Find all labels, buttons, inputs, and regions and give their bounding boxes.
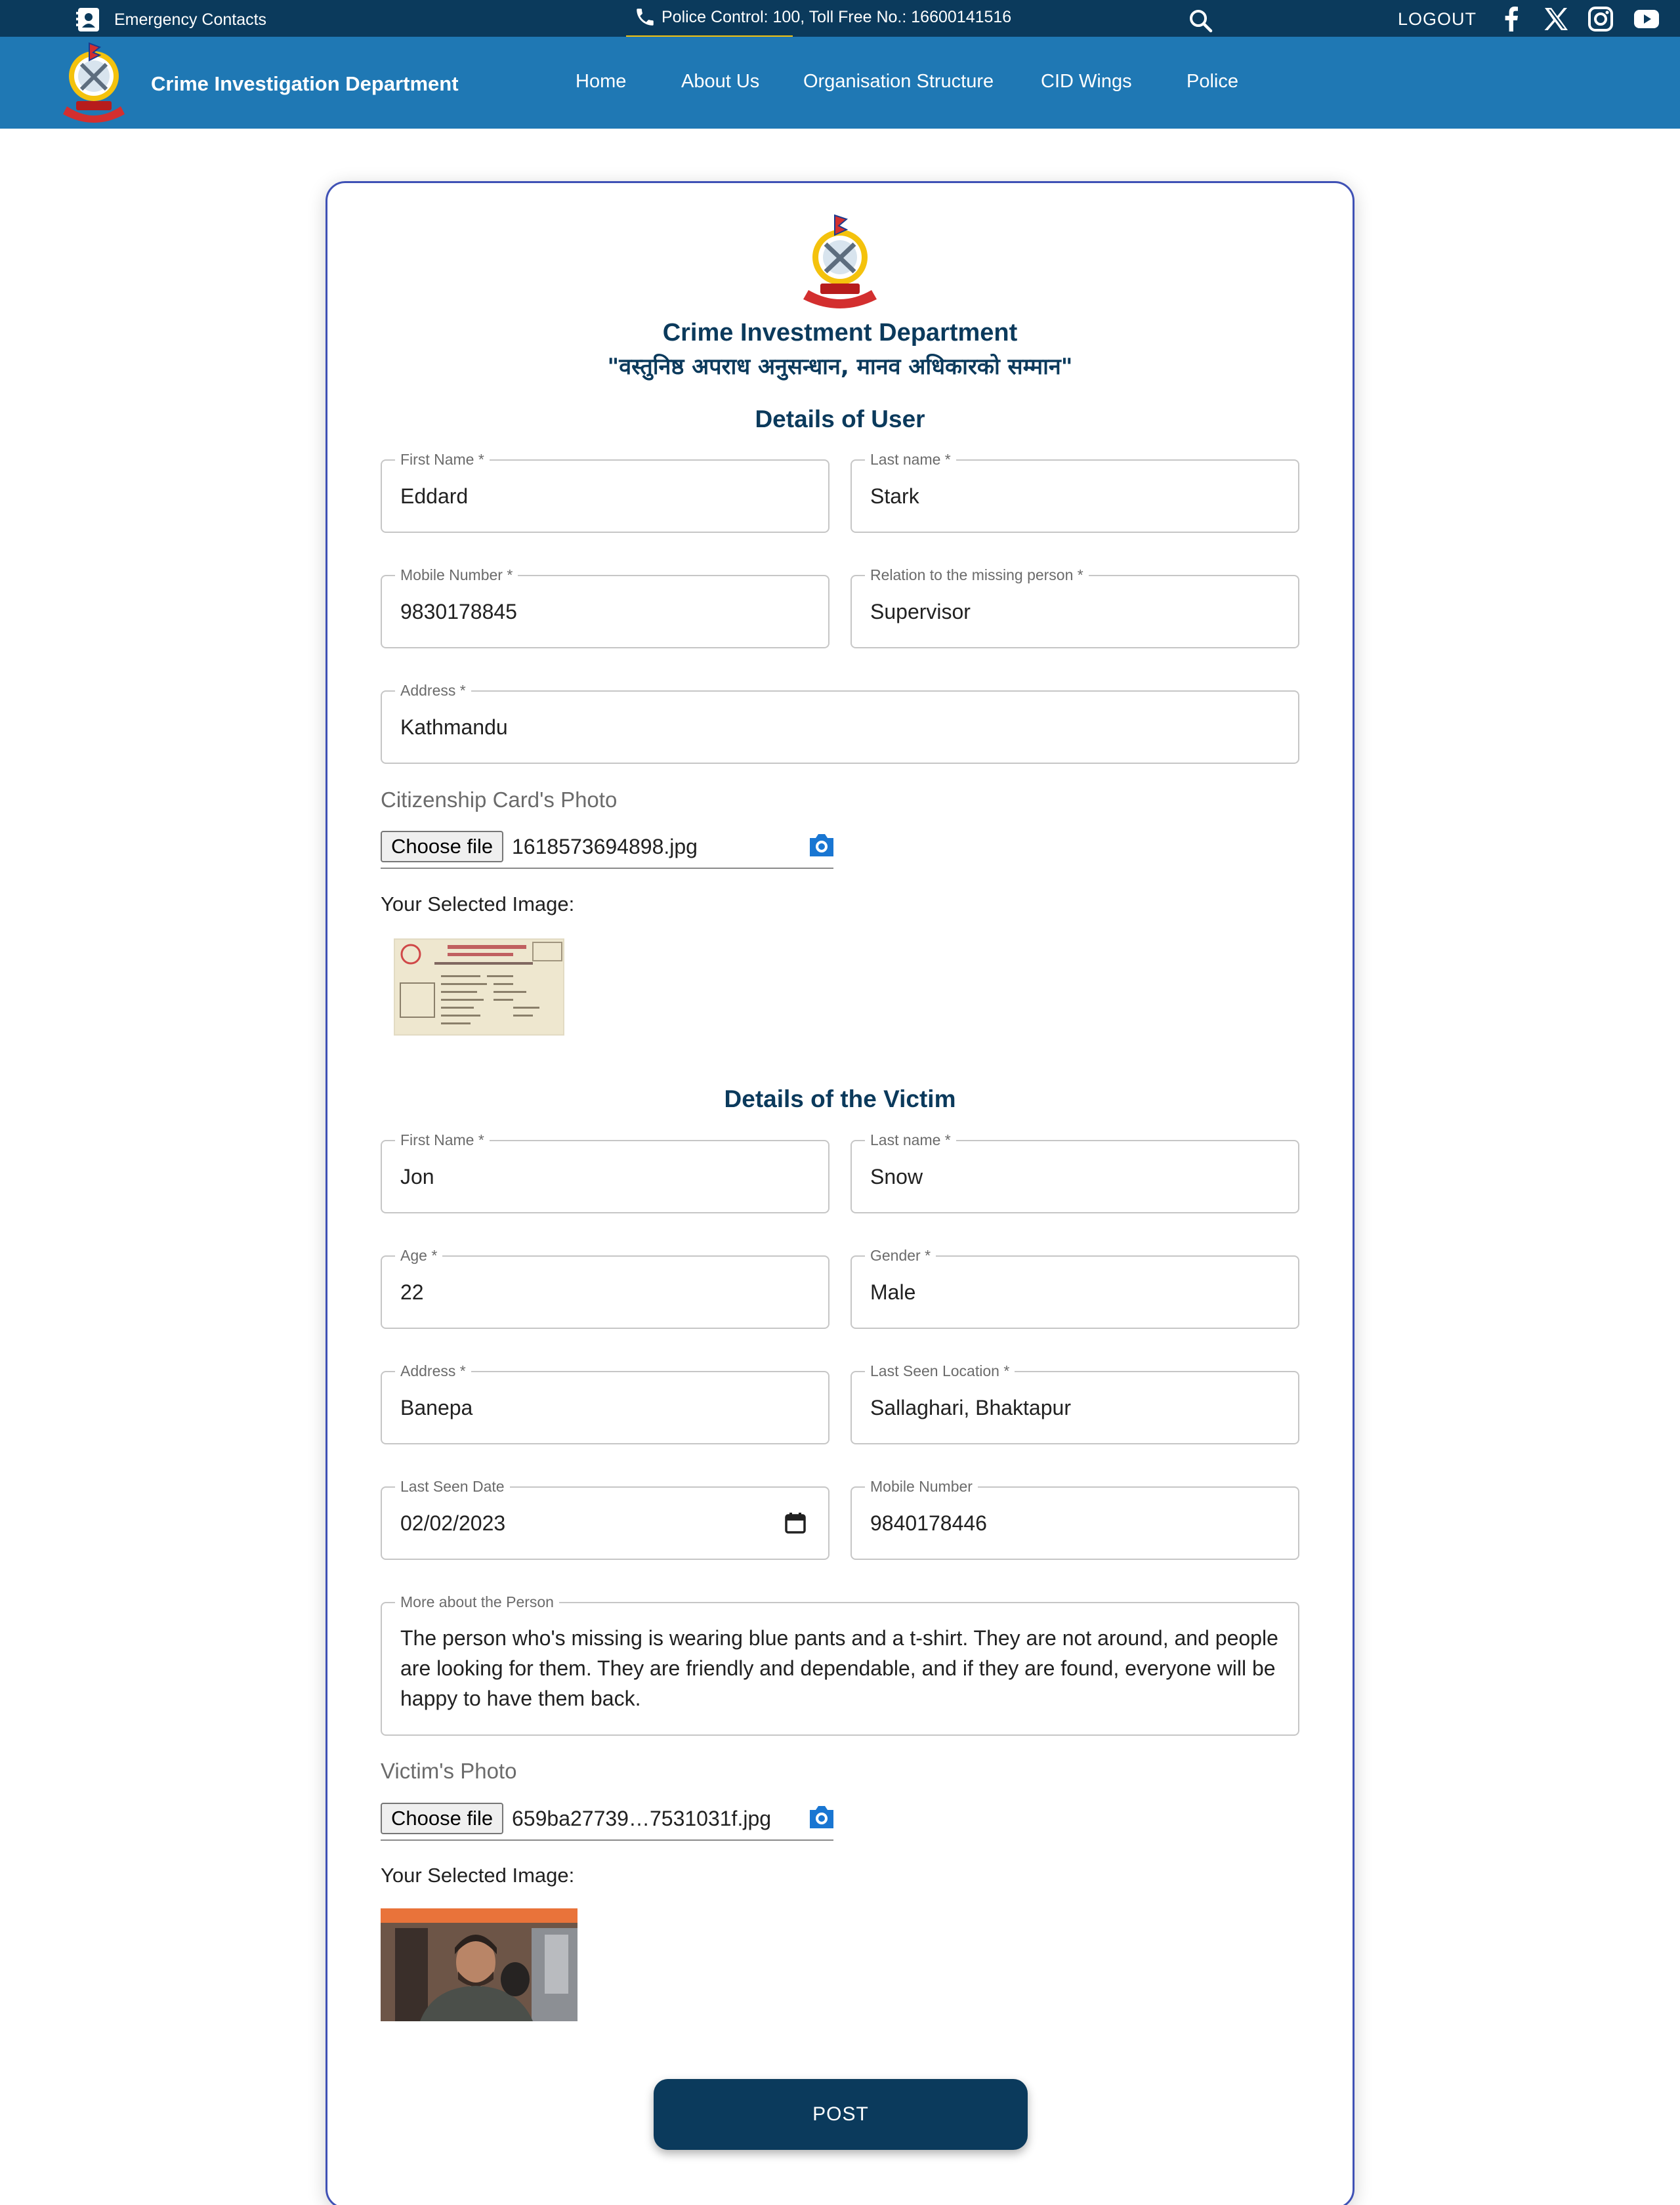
choose-file-button[interactable]: Choose file	[381, 1803, 504, 1834]
field-value[interactable]: Supervisor	[870, 576, 971, 647]
field-value[interactable]: Snow	[870, 1141, 923, 1212]
nav-item-cid-wings[interactable]: CID Wings	[1041, 63, 1132, 100]
citizenship-photo-label: Citizenship Card's Photo	[381, 788, 618, 812]
nepal-police-emblem	[803, 214, 877, 308]
victim-last-seen-date-field[interactable]: Last Seen Date 02/02/2023	[381, 1477, 830, 1560]
brand-name[interactable]: Crime Investigation Department	[151, 64, 459, 104]
field-value[interactable]: 9830178845	[400, 576, 517, 647]
victim-address-field[interactable]: Address * Banepa	[381, 1362, 830, 1444]
victim-more-about-field[interactable]: More about the Person The person who's m…	[381, 1593, 1299, 1736]
victim-last-seen-location-field[interactable]: Last Seen Location * Sallaghari, Bhaktap…	[850, 1362, 1299, 1444]
nav-item-organisation-structure[interactable]: Organisation Structure	[803, 63, 994, 100]
user-last-name-field[interactable]: Last name * Stark	[850, 450, 1299, 533]
logout-button[interactable]: LOGOUT	[1398, 0, 1477, 38]
nav-item-home[interactable]: Home	[576, 63, 626, 100]
x-icon[interactable]	[1542, 5, 1570, 33]
facebook-icon[interactable]	[1498, 5, 1525, 33]
top-bar: Emergency Contacts Police Control: 100, …	[0, 0, 1680, 40]
contact-book-icon	[76, 8, 99, 32]
organisation-title: Crime Investment Department	[662, 319, 1018, 346]
phone-icon	[629, 0, 662, 34]
selected-file-name: 1618573694898.jpg	[512, 835, 698, 858]
camera-icon[interactable]	[807, 832, 836, 858]
field-value[interactable]: Male	[870, 1257, 915, 1328]
field-value[interactable]: Banepa	[400, 1372, 472, 1443]
nav-bar: Crime Investigation Department Home Abou…	[0, 37, 1680, 129]
citizenship-file-input[interactable]: Choose file 1618573694898.jpg	[381, 830, 833, 869]
field-value[interactable]: 02/02/2023	[400, 1488, 505, 1559]
search-icon[interactable]	[1186, 7, 1215, 35]
nav-item-about-us[interactable]: About Us	[681, 63, 759, 100]
victim-section-title: Details of the Victim	[724, 1085, 956, 1112]
field-value[interactable]: Sallaghari, Bhaktapur	[870, 1372, 1071, 1443]
citizenship-card-thumbnail	[394, 938, 564, 1036]
user-address-field[interactable]: Address * Kathmandu	[381, 681, 1299, 764]
emergency-contacts-label: Emergency Contacts	[114, 10, 267, 29]
selected-file-name: 659ba27739…7531031f.jpg	[512, 1807, 772, 1830]
instagram-icon[interactable]	[1587, 5, 1614, 33]
user-section-title: Details of User	[755, 406, 925, 432]
youtube-icon[interactable]	[1633, 5, 1660, 33]
user-first-name-field[interactable]: First Name * Eddard	[381, 450, 830, 533]
organisation-motto: "वस्तुनिष्ठ अपराध अनुसन्धान, मानव अधिकार…	[607, 354, 1073, 380]
victim-age-field[interactable]: Age * 22	[381, 1246, 830, 1329]
calendar-icon[interactable]	[784, 1511, 807, 1535]
choose-file-button[interactable]: Choose file	[381, 831, 504, 862]
field-value[interactable]: Stark	[870, 461, 919, 532]
post-button[interactable]: POST	[654, 2079, 1028, 2150]
camera-icon[interactable]	[807, 1804, 836, 1830]
nepal-police-logo[interactable]	[45, 41, 143, 125]
victim-photo-label: Victim's Photo	[381, 1759, 517, 1783]
field-value[interactable]: The person who's missing is wearing blue…	[400, 1623, 1280, 1713]
nav-item-police[interactable]: Police	[1186, 63, 1238, 100]
user-mobile-field[interactable]: Mobile Number * 9830178845	[381, 566, 830, 648]
victim-mobile-field[interactable]: Mobile Number 9840178446	[850, 1477, 1299, 1560]
field-value[interactable]: Eddard	[400, 461, 468, 532]
field-value[interactable]: Kathmandu	[400, 692, 508, 763]
field-value[interactable]: 22	[400, 1257, 424, 1328]
victim-gender-field[interactable]: Gender * Male	[850, 1246, 1299, 1329]
victim-last-name-field[interactable]: Last name * Snow	[850, 1131, 1299, 1213]
emergency-contacts-link[interactable]: Emergency Contacts	[75, 7, 266, 33]
selected-image-label: Your Selected Image:	[381, 1864, 575, 1887]
victim-photo-thumbnail	[381, 1908, 578, 2021]
field-value[interactable]: 9840178446	[870, 1488, 987, 1559]
user-relation-field[interactable]: Relation to the missing person * Supervi…	[850, 566, 1299, 648]
field-value[interactable]: Jon	[400, 1141, 434, 1212]
field-label: More about the Person	[395, 1593, 559, 1611]
victim-first-name-field[interactable]: First Name * Jon	[381, 1131, 830, 1213]
victim-photo-file-input[interactable]: Choose file 659ba27739…7531031f.jpg	[381, 1801, 833, 1841]
selected-image-label: Your Selected Image:	[381, 892, 575, 915]
police-contact-text: Police Control: 100, Toll Free No.: 1660…	[662, 8, 1012, 26]
